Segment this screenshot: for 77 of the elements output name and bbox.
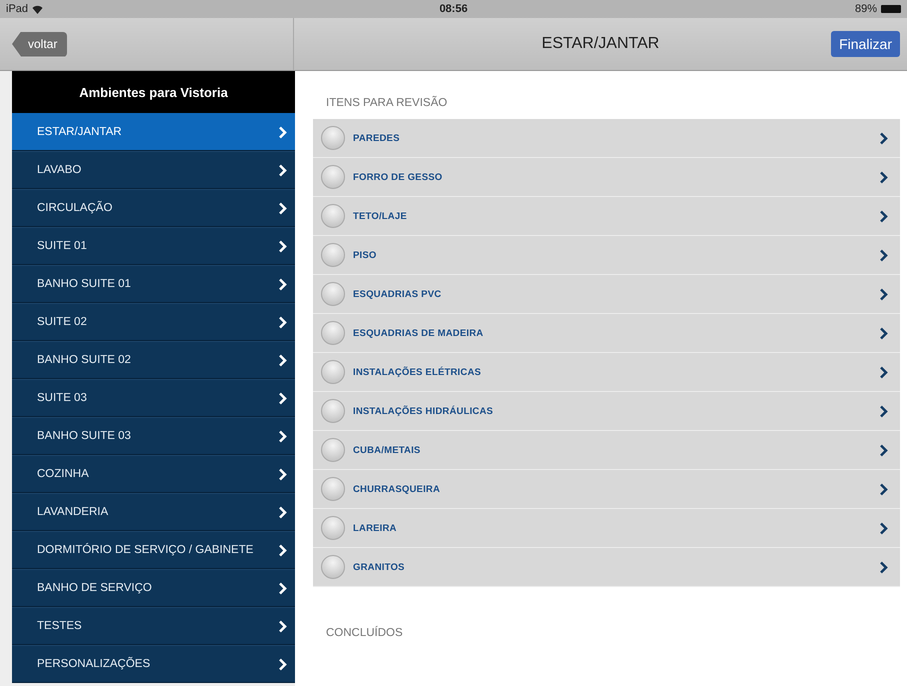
clock: 08:56 <box>439 3 468 15</box>
review-item[interactable]: INSTALAÇÕES HIDRÁULICAS <box>313 392 900 431</box>
review-item[interactable]: PAREDES <box>313 119 900 158</box>
chevron-right-icon <box>879 326 888 340</box>
sidebar-title: Ambientes para Vistoria <box>12 71 295 113</box>
section-header: CONCLUÍDOS <box>325 627 404 641</box>
review-item[interactable]: TETO/LAJE <box>313 197 900 236</box>
chevron-right-icon <box>278 240 287 252</box>
chevron-right-icon <box>278 278 287 290</box>
chevron-right-icon <box>879 366 888 378</box>
room-item[interactable]: LAVANDERIA <box>12 493 295 531</box>
chevron-right-icon <box>879 210 888 222</box>
review-item[interactable]: INSTALAÇÕES ELÉTRICAS <box>313 353 900 392</box>
chevron-right-icon <box>278 468 287 480</box>
review-item[interactable]: ESQUADRIAS DE MADEIRA <box>313 314 900 353</box>
chevron-right-icon <box>278 620 287 632</box>
room-item[interactable]: BANHO SUITE 01 <box>12 265 295 303</box>
chevron-right-icon <box>879 404 888 418</box>
chevron-right-icon <box>879 132 888 144</box>
room-item[interactable]: BANHO SUITE 03 <box>12 417 295 455</box>
chevron-right-icon <box>278 430 287 442</box>
chevron-right-icon <box>879 522 888 534</box>
review-item[interactable]: PISO <box>313 236 900 275</box>
chevron-right-icon <box>278 126 287 138</box>
chevron-right-icon <box>278 202 287 214</box>
review-item[interactable]: LAREIRA <box>313 509 900 548</box>
status-circle[interactable] <box>321 243 345 267</box>
room-item[interactable]: ESTAR/JANTAR <box>12 113 295 151</box>
section-header: ITENS PARA REVISÃO <box>325 97 448 111</box>
chevron-right-icon <box>879 288 888 300</box>
room-item[interactable]: BANHO SUITE 02 <box>12 341 295 379</box>
chevron-right-icon <box>278 354 287 366</box>
room-item[interactable]: PERSONALIZAÇÕES <box>12 645 295 683</box>
review-item[interactable]: CUBA/METAIS <box>313 431 900 470</box>
chevron-right-icon <box>879 560 888 574</box>
chevron-right-icon <box>278 544 287 556</box>
room-item[interactable]: LAVABO <box>12 151 295 189</box>
review-item[interactable]: GRANITOS <box>313 548 900 587</box>
screen-title: ESTAR/JANTAR <box>542 35 660 53</box>
battery-percent: 89% <box>854 3 878 15</box>
room-item[interactable]: SUITE 01 <box>12 227 295 265</box>
review-item[interactable]: FORRO DE GESSO <box>313 158 900 197</box>
chevron-right-icon <box>879 248 888 262</box>
wifi-icon <box>32 4 44 14</box>
status-circle[interactable] <box>321 360 345 384</box>
battery-icon <box>881 5 902 13</box>
chevron-right-icon <box>879 444 888 456</box>
status-circle[interactable] <box>321 321 345 345</box>
chevron-right-icon <box>278 392 287 404</box>
status-circle[interactable] <box>321 477 345 501</box>
room-item[interactable]: DORMITÓRIO DE SERVIÇO / GABINETE <box>12 531 295 569</box>
room-item[interactable]: SUITE 03 <box>12 379 295 417</box>
room-item[interactable]: BANHO DE SERVIÇO <box>12 569 295 607</box>
chevron-right-icon <box>278 658 287 670</box>
status-circle[interactable] <box>321 165 345 189</box>
status-circle[interactable] <box>321 555 345 579</box>
chevron-right-icon <box>278 316 287 328</box>
status-circle[interactable] <box>321 399 345 423</box>
room-item[interactable]: SUITE 02 <box>12 303 295 341</box>
status-circle[interactable] <box>321 204 345 228</box>
review-item[interactable]: ESQUADRIAS PVC <box>313 275 900 314</box>
status-circle[interactable] <box>321 438 345 462</box>
status-circle[interactable] <box>321 516 345 540</box>
back-button[interactable]: voltar <box>12 32 68 56</box>
review-item[interactable]: CHURRASQUEIRA <box>313 470 900 509</box>
chevron-right-icon <box>879 170 888 184</box>
room-item[interactable]: COZINHA <box>12 455 295 493</box>
chevron-right-icon <box>879 482 888 496</box>
chevron-right-icon <box>278 582 287 594</box>
chevron-right-icon <box>278 164 287 176</box>
room-item[interactable]: CIRCULAÇÃO <box>12 189 295 227</box>
device-name: iPad <box>6 3 28 15</box>
finish-button[interactable]: Finalizar <box>831 31 900 57</box>
chevron-right-icon <box>278 506 287 518</box>
room-item[interactable]: TESTES <box>12 607 295 645</box>
status-circle[interactable] <box>321 282 345 306</box>
status-circle[interactable] <box>321 126 345 150</box>
